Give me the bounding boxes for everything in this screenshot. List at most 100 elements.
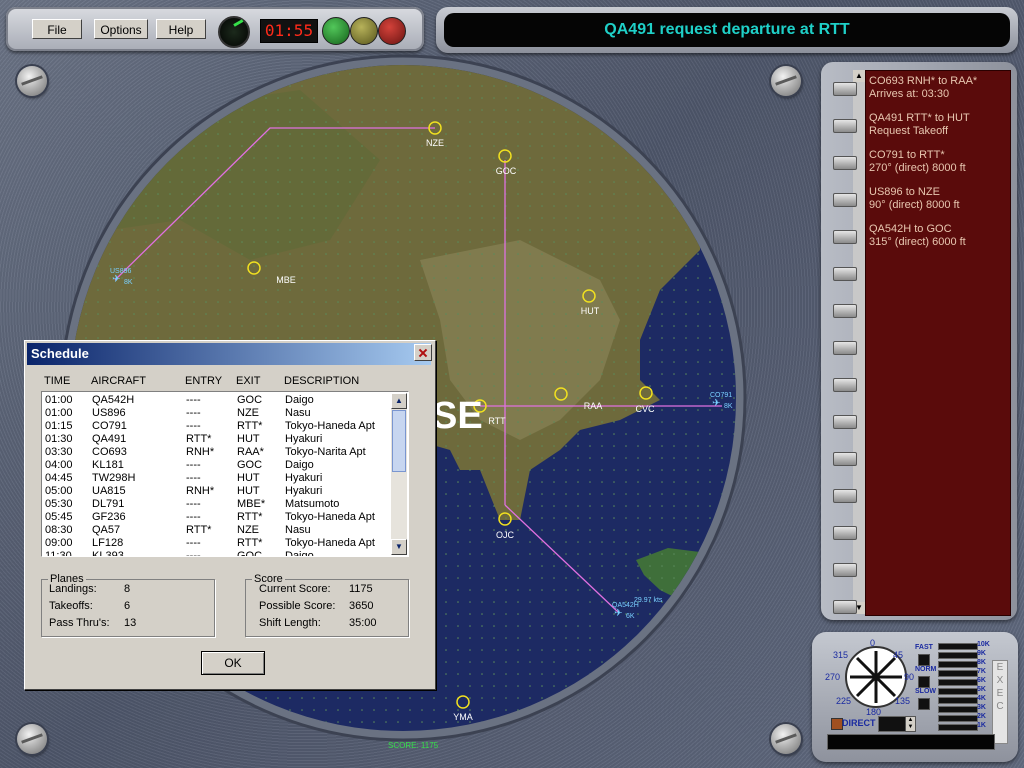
altitude-label: 5K bbox=[977, 686, 986, 693]
strip-line-1: QA542H to GOC bbox=[869, 223, 952, 235]
flight-strip-panel: ▲ ▼ CO693 RNH* to RAA* Arrives at: 03:30 Q… bbox=[821, 62, 1017, 620]
table-row[interactable]: 01:30 QA491 RTT* HUT Hyakuri bbox=[42, 433, 392, 446]
speed-norm-label: NORM bbox=[915, 666, 937, 673]
strip-line-2: 270° (direct) 8000 ft bbox=[869, 162, 966, 174]
cell-time: 01:15 bbox=[45, 420, 73, 432]
scroll-up-icon[interactable]: ▲ bbox=[391, 393, 407, 409]
cell-time: 05:30 bbox=[45, 498, 73, 510]
cell-aircraft: DL791 bbox=[92, 498, 125, 510]
cell-exit: MBE* bbox=[237, 498, 266, 510]
altitude-selector[interactable] bbox=[938, 697, 978, 704]
altitude-selector[interactable] bbox=[938, 706, 978, 713]
altitude-label: 4K bbox=[977, 695, 986, 702]
table-row[interactable]: 01:15 CO791 ---- RTT* Tokyo-Haneda Apt bbox=[42, 420, 392, 433]
yellow-light-icon bbox=[350, 17, 378, 45]
landings-value: 8 bbox=[124, 583, 131, 595]
scroll-down-icon[interactable]: ▼ bbox=[391, 539, 407, 555]
cell-entry: RTT* bbox=[186, 433, 212, 445]
menu-options[interactable]: Options bbox=[94, 19, 148, 39]
table-row[interactable]: 03:30 CO693 RNH* RAA* Tokyo-Narita Apt bbox=[42, 446, 392, 459]
table-row[interactable]: 04:45 TW298H ---- HUT Hyakuri bbox=[42, 472, 392, 485]
strip-slot-button[interactable] bbox=[833, 267, 857, 281]
scroll-up-icon[interactable]: ▲ bbox=[853, 70, 865, 82]
exec-button[interactable]: EXEC bbox=[992, 660, 1008, 744]
fix-label: HUT bbox=[581, 306, 600, 316]
strip-slot-button[interactable] bbox=[833, 563, 857, 577]
fix-label: GOC bbox=[496, 166, 517, 176]
strip-slot-button[interactable] bbox=[833, 156, 857, 170]
scroll-thumb[interactable] bbox=[392, 410, 406, 472]
cell-description: Nasu bbox=[285, 407, 311, 419]
close-icon[interactable] bbox=[414, 344, 432, 361]
column-header-aircraft: AIRCRAFT bbox=[91, 375, 146, 387]
strip-slot-button[interactable] bbox=[833, 230, 857, 244]
heading-entry-field[interactable] bbox=[878, 716, 906, 732]
altitude-selector[interactable] bbox=[938, 679, 978, 686]
strip-slot-button[interactable] bbox=[833, 489, 857, 503]
strip-slot-button[interactable] bbox=[833, 415, 857, 429]
strip-slot-button[interactable] bbox=[833, 341, 857, 355]
strip-slot-button[interactable] bbox=[833, 193, 857, 207]
aircraft-icon[interactable]: ✈ bbox=[614, 608, 622, 619]
strip-slot-button[interactable] bbox=[833, 82, 857, 96]
altitude-selector[interactable] bbox=[938, 688, 978, 695]
speed-fast-label: FAST bbox=[915, 644, 933, 651]
cell-time: 09:00 bbox=[45, 537, 73, 549]
table-row[interactable]: 01:00 US896 ---- NZE Nasu bbox=[42, 407, 392, 420]
current-score-value: 1175 bbox=[349, 583, 373, 595]
altitude-selector[interactable] bbox=[938, 724, 978, 731]
table-row[interactable]: 05:30 DL791 ---- MBE* Matsumoto bbox=[42, 498, 392, 511]
schedule-scrollbar[interactable]: ▲ ▼ bbox=[391, 393, 407, 555]
flight-strip[interactable]: CO791 to RTT* 270° (direct) 8000 ft bbox=[869, 149, 1007, 175]
flight-strip[interactable]: QA491 RTT* to HUT Request Takeoff bbox=[869, 112, 1007, 138]
cell-aircraft: GF236 bbox=[92, 511, 126, 523]
speed-slow-button[interactable] bbox=[918, 698, 930, 710]
cell-aircraft: CO791 bbox=[92, 420, 127, 432]
cell-aircraft: CO693 bbox=[92, 446, 127, 458]
control-panel: 0 45 90 135 180 225 270 315 FAST NORM SL… bbox=[812, 632, 1018, 762]
altitude-selector[interactable] bbox=[938, 670, 978, 677]
heading-spinner[interactable]: ▲ ▼ bbox=[905, 716, 916, 732]
schedule-list[interactable]: 01:00 QA542H ---- GOC Daigo 01:00 US896 ---- NZE… bbox=[41, 391, 409, 557]
strip-slot-button[interactable] bbox=[833, 378, 857, 392]
altitude-selector[interactable] bbox=[938, 643, 978, 650]
command-input[interactable] bbox=[827, 734, 995, 750]
strip-slot-button[interactable] bbox=[833, 304, 857, 318]
flight-strip[interactable]: QA542H to GOC 315° (direct) 6000 ft bbox=[869, 223, 1007, 249]
table-row[interactable]: 08:30 QA57 RTT* NZE Nasu bbox=[42, 524, 392, 537]
table-row[interactable]: 05:00 UA815 RNH* HUT Hyakuri bbox=[42, 485, 392, 498]
strip-slot-button[interactable] bbox=[833, 119, 857, 133]
cell-entry: ---- bbox=[186, 498, 201, 510]
strip-line-1: US896 to NZE bbox=[869, 186, 940, 198]
cell-time: 05:45 bbox=[45, 511, 73, 523]
altitude-selector[interactable] bbox=[938, 652, 978, 659]
strip-slot-button[interactable] bbox=[833, 526, 857, 540]
altitude-selector[interactable] bbox=[938, 715, 978, 722]
speed-norm-button[interactable] bbox=[918, 676, 930, 688]
strip-line-1: QA491 RTT* to HUT bbox=[869, 112, 970, 124]
table-row[interactable]: 01:00 QA542H ---- GOC Daigo bbox=[42, 394, 392, 407]
cell-aircraft: UA815 bbox=[92, 485, 126, 497]
cell-description: Daigo bbox=[285, 459, 314, 471]
table-row[interactable]: 05:45 GF236 ---- RTT* Tokyo-Haneda Apt bbox=[42, 511, 392, 524]
ok-button[interactable]: OK bbox=[201, 651, 265, 675]
flight-strip[interactable]: CO693 RNH* to RAA* Arrives at: 03:30 bbox=[869, 75, 1007, 101]
strip-slot-button[interactable] bbox=[833, 452, 857, 466]
fix-label: OJC bbox=[496, 530, 515, 540]
table-row[interactable]: 09:00 LF128 ---- RTT* Tokyo-Haneda Apt bbox=[42, 537, 392, 550]
flight-strip[interactable]: US896 to NZE 90° (direct) 8000 ft bbox=[869, 186, 1007, 212]
cell-entry: ---- bbox=[186, 394, 201, 406]
cell-exit: HUT bbox=[237, 472, 260, 484]
menu-help[interactable]: Help bbox=[156, 19, 206, 39]
strip-slot-button[interactable] bbox=[833, 600, 857, 614]
aircraft-icon[interactable]: ✈ bbox=[712, 398, 720, 409]
menu-file[interactable]: File bbox=[32, 19, 82, 39]
altitude-selector[interactable] bbox=[938, 661, 978, 668]
strip-line-2: Request Takeoff bbox=[869, 125, 949, 137]
aircraft-icon[interactable]: ✈ bbox=[112, 274, 120, 285]
table-row[interactable]: 11:30 KL393 ---- GOC Daigo bbox=[42, 550, 392, 556]
cell-aircraft: QA491 bbox=[92, 433, 127, 445]
speed-fast-button[interactable] bbox=[918, 654, 930, 666]
cell-exit: GOC bbox=[237, 459, 263, 471]
table-row[interactable]: 04:00 KL181 ---- GOC Daigo bbox=[42, 459, 392, 472]
